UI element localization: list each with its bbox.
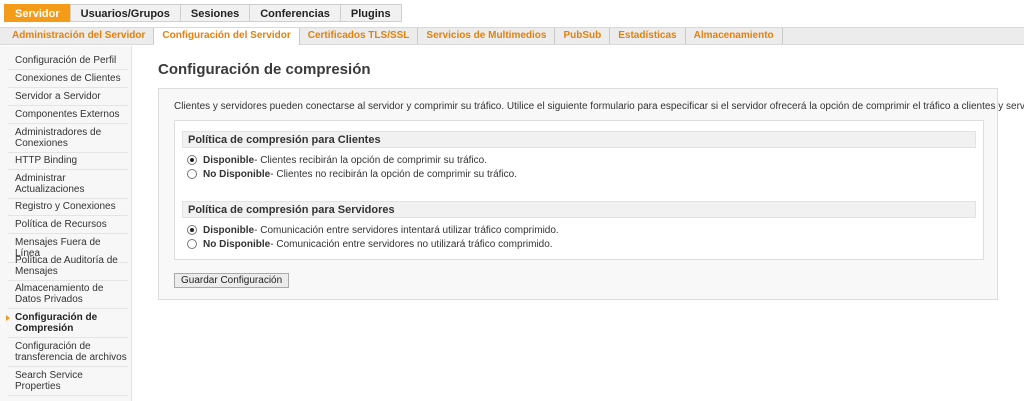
option-label: Disponible	[203, 154, 255, 166]
clients-unavailable-option[interactable]: No Disponible - Clientes no recibirán la…	[187, 168, 517, 180]
intro-text: Clientes y servidores pueden conectarse …	[174, 101, 1024, 112]
save-button[interactable]: Guardar Configuración	[174, 273, 290, 288]
compression-form: Política de compresión para Clientes Dis…	[174, 120, 984, 260]
sidebar-item-politica-recursos[interactable]: Política de Recursos	[8, 216, 128, 234]
option-label: Disponible	[203, 224, 255, 236]
tab-servidor[interactable]: Servidor	[4, 4, 70, 22]
sidebar-item-auditoria-mensajes[interactable]: Política de Auditoría de Mensajes	[8, 252, 128, 281]
subtab-pubsub[interactable]: PubSub	[555, 28, 611, 44]
top-tabs: Servidor Usuarios/Grupos Sesiones Confer…	[4, 4, 402, 22]
tab-conferencias[interactable]: Conferencias	[249, 4, 340, 22]
subtab-multimedios[interactable]: Servicios de Multimedios	[418, 28, 556, 44]
subtab-estadisticas[interactable]: Estadísticas	[610, 28, 686, 44]
sidebar-item-registro-conexiones[interactable]: Registro y Conexiones	[8, 198, 128, 216]
option-description: - Comunicación entre servidores no utili…	[270, 238, 553, 250]
page-title: Configuración de compresión	[158, 61, 371, 78]
clients-available-radio[interactable]	[187, 155, 197, 165]
sidebar-item-conexiones-clientes[interactable]: Conexiones de Clientes	[8, 70, 128, 88]
sub-nav: Administración del Servidor Configuració…	[0, 27, 1024, 45]
sidebar-item-label: Configuración de Compresión	[15, 312, 98, 334]
servers-available-radio[interactable]	[187, 225, 197, 235]
sidebar-item-http-binding[interactable]: HTTP Binding	[8, 152, 128, 170]
servers-unavailable-radio[interactable]	[187, 239, 197, 249]
clients-unavailable-radio[interactable]	[187, 169, 197, 179]
sidebar-item-transferencia-archivos[interactable]: Configuración de transferencia de archiv…	[8, 338, 128, 367]
sidebar-item-compresion[interactable]: Configuración de Compresión	[6, 309, 128, 338]
option-label: No Disponible	[203, 168, 271, 180]
tab-plugins[interactable]: Plugins	[339, 4, 402, 22]
sidebar-item-perfil[interactable]: Configuración de Perfil	[8, 52, 128, 70]
option-label: No Disponible	[203, 238, 271, 250]
option-description: - Clientes recibirán la opción de compri…	[254, 154, 487, 166]
servers-unavailable-option[interactable]: No Disponible - Comunicación entre servi…	[187, 238, 553, 250]
subtab-almacenamiento[interactable]: Almacenamiento	[686, 28, 783, 44]
subtab-administracion-servidor[interactable]: Administración del Servidor	[4, 28, 155, 44]
sidebar-item-datos-privados[interactable]: Almacenamiento de Datos Privados	[8, 280, 128, 309]
subtab-certificados[interactable]: Certificados TLS/SSL	[300, 28, 419, 44]
servers-section-heading: Política de compresión para Servidores	[182, 201, 976, 218]
active-arrow-icon	[6, 315, 10, 321]
tab-sesiones[interactable]: Sesiones	[179, 4, 250, 22]
sidebar-item-servidor-servidor[interactable]: Servidor a Servidor	[8, 88, 128, 106]
servers-available-option[interactable]: Disponible - Comunicación entre servidor…	[187, 224, 559, 236]
sidebar-item-componentes-externos[interactable]: Componentes Externos	[8, 106, 128, 124]
settings-panel: Clientes y servidores pueden conectarse …	[158, 88, 1024, 300]
sidebar: Configuración de Perfil Conexiones de Cl…	[0, 46, 132, 401]
subtab-configuracion-servidor[interactable]: Configuración del Servidor	[154, 28, 300, 45]
sidebar-item-administradores-conexiones[interactable]: Administradores de Conexiones	[8, 124, 128, 153]
option-description: - Clientes no recibirán la opción de com…	[270, 168, 518, 180]
top-nav: Servidor Usuarios/Grupos Sesiones Confer…	[0, 0, 1024, 26]
sidebar-item-search-service[interactable]: Search Service Properties	[8, 367, 128, 396]
tab-usuarios-grupos[interactable]: Usuarios/Grupos	[69, 4, 180, 22]
option-description: - Comunicación entre servidores intentar…	[254, 224, 559, 236]
sidebar-item-actualizaciones[interactable]: Administrar Actualizaciones	[8, 170, 128, 199]
clients-available-option[interactable]: Disponible - Clientes recibirán la opció…	[187, 154, 487, 166]
clients-section-heading: Política de compresión para Clientes	[182, 131, 976, 148]
